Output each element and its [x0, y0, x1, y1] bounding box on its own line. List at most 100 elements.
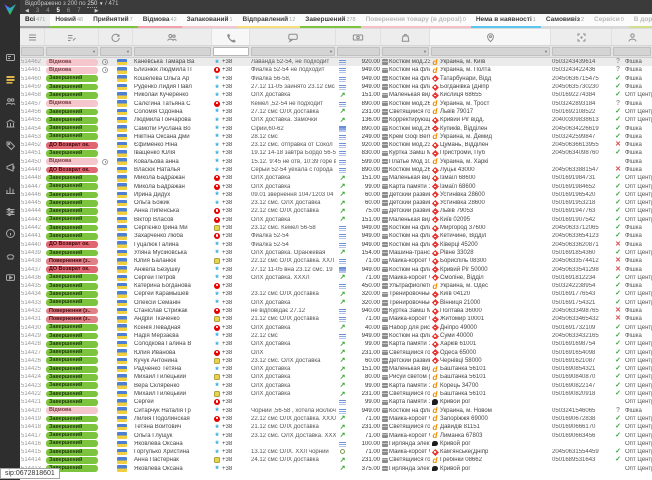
table-row[interactable]: 514455 Завершений Людмила Гончарова *+38… — [20, 116, 652, 124]
contacts-icon[interactable] — [4, 96, 16, 107]
info-icon[interactable] — [4, 228, 16, 239]
dashboard-icon[interactable] — [4, 52, 16, 63]
table-row[interactable]: 514444 Завершений Анна Липенська +38 22.… — [20, 207, 652, 215]
table-row[interactable]: 514442 Завершений Сергієнко Ірина Ми +38… — [20, 224, 652, 232]
table-row[interactable]: 514415 Завершений Горгулько Христина *+3… — [20, 448, 652, 456]
table-row[interactable]: 514414 Завершений Анна Пастернак +38 24.… — [20, 456, 652, 464]
table-row[interactable]: 514419 Завершений Лилия Подолинская +38 … — [20, 415, 652, 423]
status-tab[interactable]: Сервіси0 — [589, 14, 629, 28]
person-icon[interactable] — [612, 29, 652, 45]
table-row[interactable]: 514416 Завершений Яковлева Оксана *+38 1… — [20, 440, 652, 448]
filter-product[interactable]: ▼ — [382, 47, 429, 56]
table-row[interactable]: 514420 Відмова Ситарчук Наталія Гр *+38 … — [20, 406, 652, 414]
table-row[interactable]: 514460 Завершений Кошелева Ольга Ар *+38… — [20, 75, 652, 83]
table-row[interactable]: 514427 Завершений Юлия Иванова +38 ОЛХ ↗… — [20, 348, 652, 356]
status-tab[interactable]: Новий48 — [50, 14, 88, 28]
delivery-icon — [431, 299, 439, 306]
table-row[interactable]: 514452 ДО Возврат ок. Єфименко Ніна *+38… — [20, 141, 652, 149]
products-icon[interactable] — [4, 140, 16, 151]
table-row[interactable]: 514458 Завершений Николай Кучеренко *+38… — [20, 91, 652, 99]
table-row[interactable]: 514431 Повернення (з.. Андрій Ткаченко +… — [20, 315, 652, 323]
sync-icon[interactable] — [99, 29, 133, 45]
table-row[interactable]: 514434 Завершений Сергей Карамышев *+38 … — [20, 290, 652, 298]
table-row[interactable]: 514446 Завершений Ирина Дидух *+38 09.01… — [20, 191, 652, 199]
filter-source[interactable] — [613, 47, 651, 56]
table-row[interactable]: 514424 Завершений Михаил Гилецький +38 О… — [20, 373, 652, 381]
table-row[interactable]: 514461 Відмова Близнюк Людмила П +38 Фиа… — [20, 66, 652, 74]
table-row[interactable]: 514435 Завершений Катерина Богданова +38… — [20, 282, 652, 290]
table-row[interactable]: 514417 Завершений Ольга Глущук *+38 23.1… — [20, 431, 652, 439]
money-icon[interactable] — [336, 29, 381, 45]
table-row[interactable]: 514437 ДО Возврат ок. Анжела Безушку *+3… — [20, 265, 652, 273]
table-row[interactable]: 514441 Завершений Захарченко Люба +38 Фи… — [20, 232, 652, 240]
app-logo-icon[interactable] — [2, 2, 18, 17]
phone-icon[interactable] — [212, 29, 250, 45]
table-row[interactable]: 514454 Завершений Самотій Руслана Во *+3… — [20, 124, 652, 132]
table-row[interactable]: 514447 Завершений Микола Бадражан +38 ОЛ… — [20, 182, 652, 190]
table-row[interactable]: 514438 Повернення (з.. Юлия Баланюк +38 … — [20, 257, 652, 265]
table-row[interactable]: 514421 Завершений Сергей +38 99.00 Карта… — [20, 398, 652, 406]
filter-total[interactable] — [337, 47, 380, 56]
users-icon[interactable] — [133, 29, 212, 45]
table-row[interactable]: 514462 Відмова Каневська Тамара Ва *+38 … — [20, 58, 652, 66]
table-row[interactable]: 514418 Завершений Тетяна Войтович *+38 2… — [20, 423, 652, 431]
table-row[interactable]: 514450 Відмова Ковальова анна *+38 15.12… — [20, 158, 652, 166]
table-row[interactable]: 514453 Завершений Нікітіна Оксана Дми *+… — [20, 133, 652, 141]
status-tab[interactable]: Запакований1 — [182, 14, 238, 28]
table-row[interactable]: 514448 Завершений Микола Бадражан +38 ОЛ… — [20, 174, 652, 182]
settings-icon[interactable] — [4, 206, 16, 217]
table-row[interactable]: 514451 Завершений Іващенко Юлія *+38 19.… — [20, 149, 652, 157]
table-row[interactable]: 514439 Завершений Уляна Мусійовська *+38… — [20, 249, 652, 257]
filter-comment[interactable]: ▼ — [251, 47, 335, 56]
table-row[interactable]: 514430 Завершений Ксенія Леваднaя +38 ОЛ… — [20, 324, 652, 332]
orders-icon[interactable] — [4, 74, 16, 85]
status-tab[interactable]: В дорозі додому0 — [629, 14, 652, 28]
support-icon[interactable] — [4, 250, 16, 261]
filter-phone-input[interactable] — [213, 47, 249, 56]
filter-flag[interactable]: ▼ — [100, 47, 132, 56]
status-tab[interactable]: Повернення товару (в дорозі)0 — [361, 14, 471, 28]
table-row[interactable]: 514432 Повернення (з.. Станіслав Стрижак… — [20, 307, 652, 315]
table-row[interactable]: 514428 Завершений Солодкова Галина В *+3… — [20, 340, 652, 348]
chat-icon[interactable] — [250, 29, 336, 45]
scan-icon[interactable] — [551, 29, 612, 45]
status-tab[interactable]: Самовивіз2 — [541, 14, 589, 28]
table-row[interactable]: 514423 Завершений Вера Скляренко *+38 ОЛ… — [20, 382, 652, 390]
table-row[interactable]: 514449 ДО Возврат ок. Власюк Наталья *+3… — [20, 166, 652, 174]
table-row[interactable]: 514426 Завершений Кучук Антонина +38 23.… — [20, 357, 652, 365]
product-icon — [382, 383, 388, 389]
table-row[interactable]: 514436 Завершений Сергей Петров *+38 ОЛХ… — [20, 274, 652, 282]
status-tab[interactable]: Завершений278 — [300, 14, 360, 28]
chevron-down-icon[interactable]: ▼ — [99, 1, 103, 6]
status-tab[interactable]: Прийнятий7 — [88, 14, 138, 28]
filter-status[interactable]: ▼ — [46, 47, 98, 56]
bag-icon[interactable] — [381, 29, 430, 45]
table-row[interactable]: 514425 Завершений Радченко Тетяна *+38 О… — [20, 365, 652, 373]
filter-id[interactable] — [21, 47, 44, 56]
table-row[interactable]: 514445 Завершений Ольга Божик *+38 23.12… — [20, 199, 652, 207]
company-icon[interactable] — [4, 118, 16, 129]
table-row[interactable]: 514443 Завершений Віктор Власов +38 ОЛХ … — [20, 216, 652, 224]
filter-tracking[interactable] — [552, 47, 611, 56]
list-icon[interactable] — [20, 29, 45, 45]
pin-icon[interactable] — [430, 29, 551, 45]
table-row[interactable]: 514457 Відмова Салєгина Татьяна С +38 Ке… — [20, 99, 652, 107]
edit-list-icon[interactable] — [45, 29, 99, 45]
filter-name[interactable] — [134, 47, 211, 56]
status-tab[interactable]: Відправлений12 — [238, 14, 301, 28]
table-row[interactable]: 514429 Завершений Надія Мерзаєва *+38 22… — [20, 332, 652, 340]
analytics-icon[interactable] — [4, 184, 16, 195]
page-size-link[interactable]: 250 — [87, 1, 97, 8]
table-row[interactable]: 514456 Завершений Соломія Сідоніна *+38 … — [20, 108, 652, 116]
campaigns-icon[interactable] — [4, 162, 16, 173]
status-tab[interactable]: Нема в наявності1 — [471, 14, 541, 28]
table-row[interactable]: 514459 Завершений Руденко Лидия Павл *+3… — [20, 83, 652, 91]
video-icon[interactable] — [4, 272, 16, 283]
status-tab[interactable]: Всі471 — [20, 14, 50, 28]
table-row[interactable]: 514440 ДО Возврат ок. Гуцалюк Галина *+3… — [20, 241, 652, 249]
table-row[interactable]: 514433 Завершений Олексій Семанін *+38 О… — [20, 299, 652, 307]
status-tab[interactable]: Відмова42 — [138, 14, 182, 28]
filter-address[interactable]: ▼ — [431, 47, 550, 56]
table-row[interactable]: 514422 Завершений Михаил Гилецький +38 О… — [20, 390, 652, 398]
table-row[interactable]: 514413 Завершений Яковлева Оксана *+38 ↗… — [20, 465, 652, 473]
